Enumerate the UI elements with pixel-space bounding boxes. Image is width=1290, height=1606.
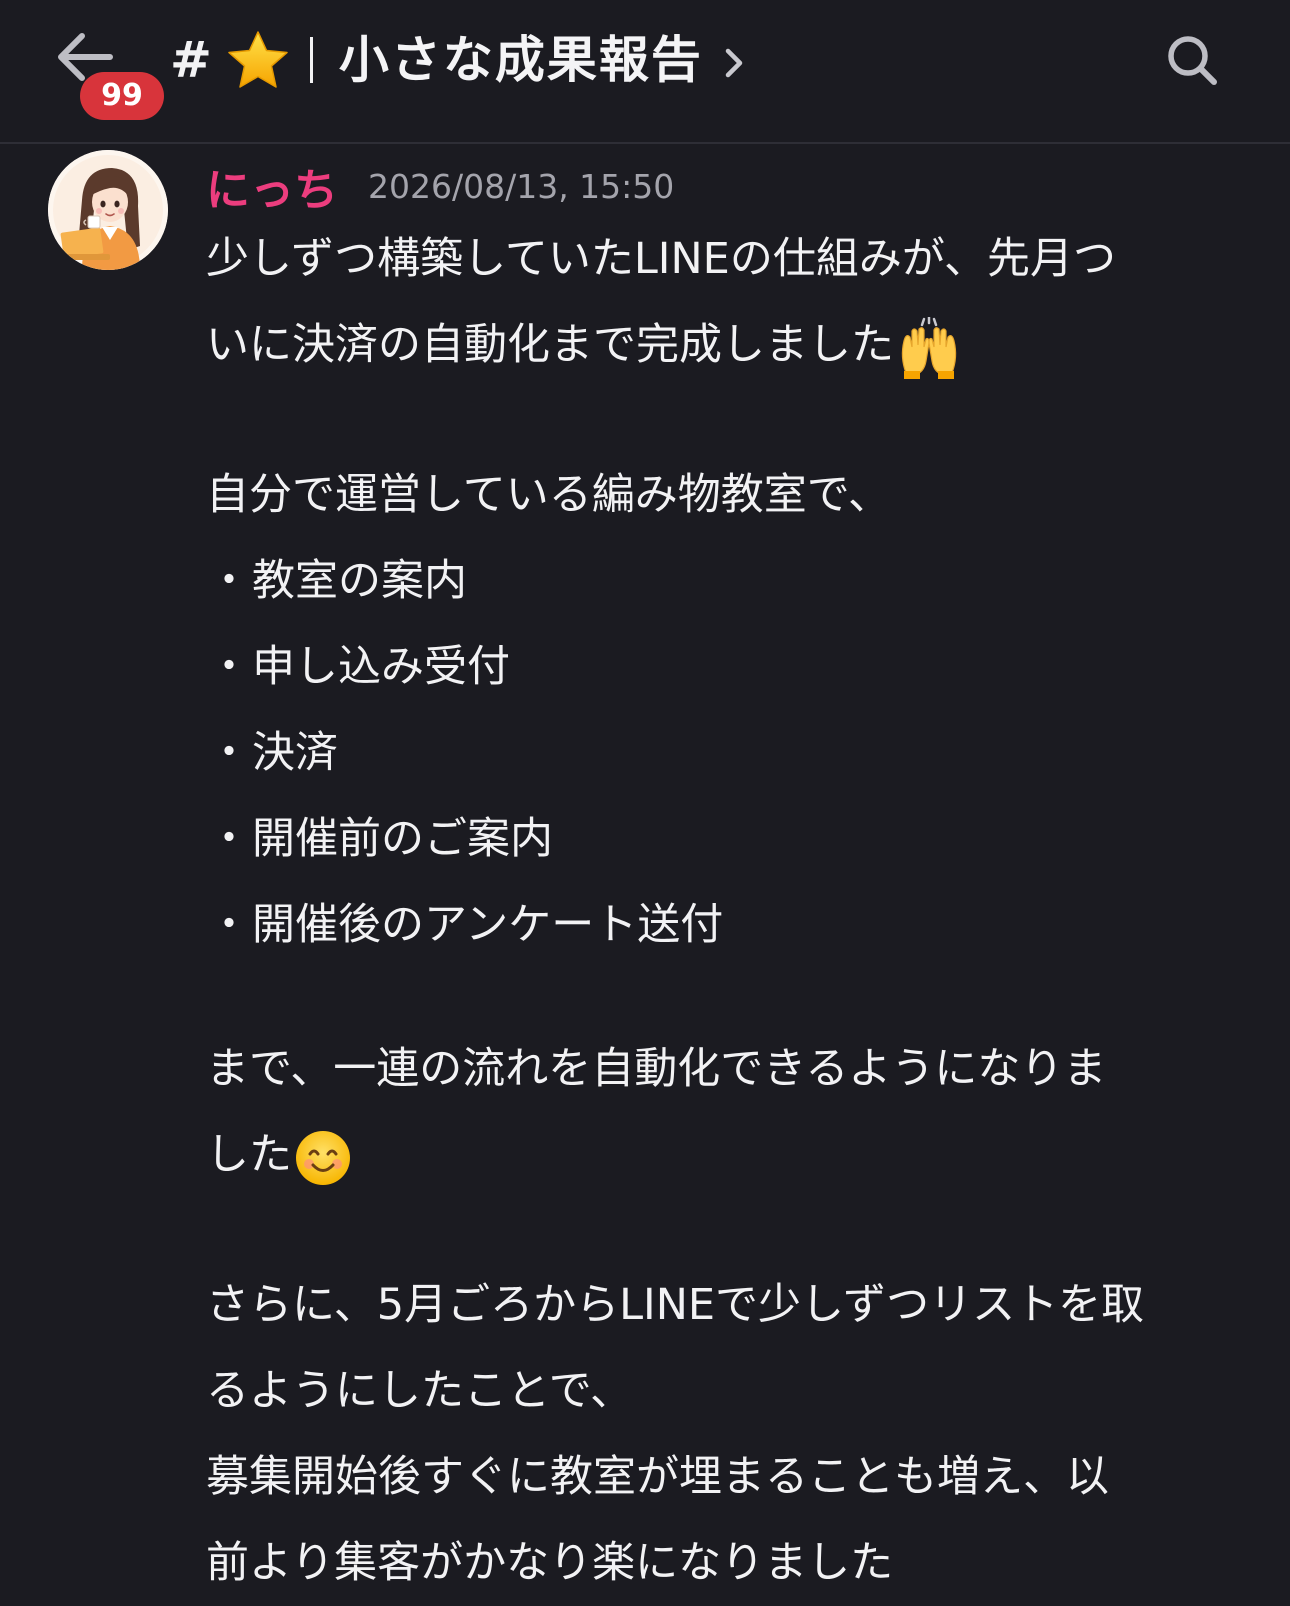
channel-header: 99 # 小さな成果報告 — [0, 0, 1290, 144]
author-name[interactable]: にっち — [206, 154, 338, 218]
message-line: 前より集客がかなり楽になりました — [206, 1538, 894, 1588]
list-item: ・教室の案内 — [206, 538, 1256, 624]
channel-title-button[interactable]: # 小さな成果報告 — [170, 20, 745, 100]
star-icon — [228, 31, 288, 88]
list-item-text: 開催前のご案内 — [252, 814, 553, 864]
message-line: るようにしたことで、 — [206, 1366, 633, 1416]
list-item: ・開催後のアンケート送付 — [206, 882, 1256, 968]
message-text: した — [206, 1130, 292, 1180]
list-item-text: 申し込み受付 — [252, 642, 510, 692]
channel-hash: # — [170, 31, 212, 89]
unread-count-badge: 99 — [80, 72, 164, 120]
avatar[interactable] — [48, 150, 168, 270]
list-item-text: 教室の案内 — [252, 556, 467, 606]
message-line: さらに、5月ごろからLINEで少しずつリストを取 — [206, 1280, 1145, 1330]
bullet: ・ — [207, 900, 251, 950]
message-body: 少しずつ構築していたLINEの仕組みが、先月つ いに決済の自動化まで完成しました… — [206, 216, 1256, 1606]
bullet: ・ — [207, 556, 251, 606]
list-item-text: 開催後のアンケート送付 — [252, 900, 724, 950]
message-text: いに決済の自動化まで完成しました — [206, 320, 894, 370]
timestamp: 2026/08/13, 15:50 — [368, 166, 675, 206]
search-button[interactable] — [1164, 32, 1220, 88]
message-line: 少しずつ構築していたLINEの仕組みが、先月つ — [206, 234, 1116, 284]
message-line: いに決済の自動化まで完成しました — [206, 302, 1256, 388]
message-line: 自分で運営している編み物教室で、 — [206, 470, 891, 520]
channel-name: 小さな成果報告 — [338, 31, 703, 89]
smiling-face-emoji — [294, 1129, 352, 1187]
message-header: にっち 2026/08/13, 15:50 — [206, 150, 674, 222]
title-divider — [309, 37, 313, 83]
avatar-illustration — [48, 150, 168, 270]
search-icon — [1168, 36, 1217, 85]
chevron-right-icon — [725, 48, 743, 78]
message-line: 募集開始後すぐに教室が埋まることも増え、以 — [206, 1452, 1109, 1502]
message-line: まで、一連の流れを自動化できるようになりま — [206, 1044, 1107, 1094]
raising-hands-emoji — [896, 316, 962, 379]
list-item: ・開催前のご案内 — [206, 796, 1256, 882]
bullet: ・ — [207, 642, 251, 692]
message-line: した — [206, 1112, 1256, 1198]
list-item: ・決済 — [206, 710, 1256, 796]
list-item-text: 決済 — [252, 728, 338, 778]
bullet: ・ — [207, 728, 251, 778]
list-item: ・申し込み受付 — [206, 624, 1256, 710]
bullet: ・ — [207, 814, 251, 864]
